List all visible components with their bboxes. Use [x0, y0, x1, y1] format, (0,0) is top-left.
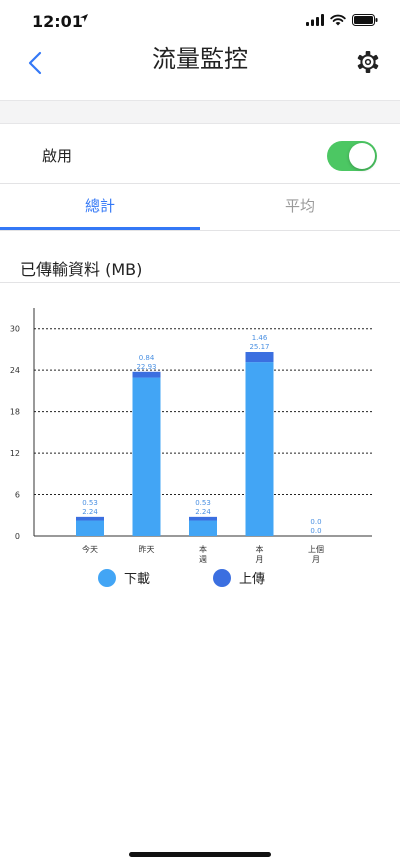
chart-legend: 下載 上傳: [0, 568, 400, 592]
status-icons: [306, 14, 378, 26]
traffic-bar-chart: 06121824300.532.24今天0.8422.93昨天0.532.24本…: [10, 308, 372, 564]
wifi-icon: [330, 14, 346, 26]
legend-upload: 上傳: [213, 568, 265, 587]
x-tick-label: 本: [256, 544, 264, 554]
legend-upload-label: 上傳: [239, 572, 266, 587]
enable-toggle[interactable]: [327, 141, 377, 171]
x-tick-label: 週: [199, 555, 207, 564]
data-label-upload: 0.84: [139, 354, 155, 362]
legend-upload-swatch: [213, 568, 231, 587]
x-tick-label: 今天: [82, 544, 98, 554]
bar-upload: [189, 516, 217, 521]
settings-gear-icon[interactable]: [354, 48, 382, 76]
section-title: 已傳輸資料 (MB): [20, 260, 143, 279]
tab-bar: 總計 平均: [0, 184, 400, 231]
cellular-signal-icon: [306, 14, 324, 26]
data-label-download: 2.24: [82, 508, 98, 516]
status-time: 12:01: [32, 12, 83, 31]
y-tick-label: 18: [10, 408, 20, 417]
data-label-download: 0.0: [310, 527, 321, 535]
bar-upload: [76, 516, 104, 521]
legend-download-label: 下載: [124, 572, 151, 587]
y-tick-label: 24: [10, 366, 20, 375]
data-label-download: 25.17: [249, 343, 269, 351]
data-label-download: 2.24: [195, 508, 211, 516]
x-tick-label: 本: [199, 544, 207, 554]
battery-icon: [352, 14, 378, 26]
data-label-upload: 0.53: [82, 499, 98, 507]
navigation-bar: 流量監控: [0, 44, 400, 100]
x-tick-label: 昨天: [139, 544, 155, 554]
tab-total[interactable]: 總計: [0, 184, 200, 230]
y-tick-label: 6: [15, 491, 20, 500]
status-bar: 12:01: [0, 0, 400, 44]
y-tick-label: 0: [15, 532, 20, 541]
bar-download: [76, 520, 104, 536]
data-label-upload: 0.53: [195, 499, 211, 507]
home-indicator: [129, 852, 271, 857]
data-label-download: 22.93: [136, 363, 156, 371]
toggle-knob: [349, 143, 375, 169]
data-label-upload: 1.46: [252, 334, 268, 342]
legend-download-swatch: [98, 568, 116, 587]
location-arrow-icon: [80, 14, 88, 22]
bar-download: [132, 377, 161, 536]
y-tick-label: 30: [10, 325, 20, 334]
page-title: 流量監控: [152, 45, 248, 73]
bar-upload: [132, 371, 161, 378]
bar-download: [245, 362, 274, 536]
data-label-upload: 0.0: [310, 518, 321, 526]
enable-label: 啟用: [42, 147, 73, 165]
bar-download: [189, 520, 217, 536]
x-tick-label: 月: [256, 555, 264, 564]
bar-upload: [245, 352, 274, 363]
legend-download: 下載: [98, 568, 150, 587]
tab-indicator: [0, 227, 200, 230]
x-tick-label: 月: [312, 555, 320, 564]
tab-average[interactable]: 平均: [200, 184, 400, 230]
section-separator: [0, 100, 400, 124]
section-divider: [0, 282, 400, 283]
y-tick-label: 12: [10, 449, 20, 458]
x-tick-label: 上個: [308, 544, 324, 554]
